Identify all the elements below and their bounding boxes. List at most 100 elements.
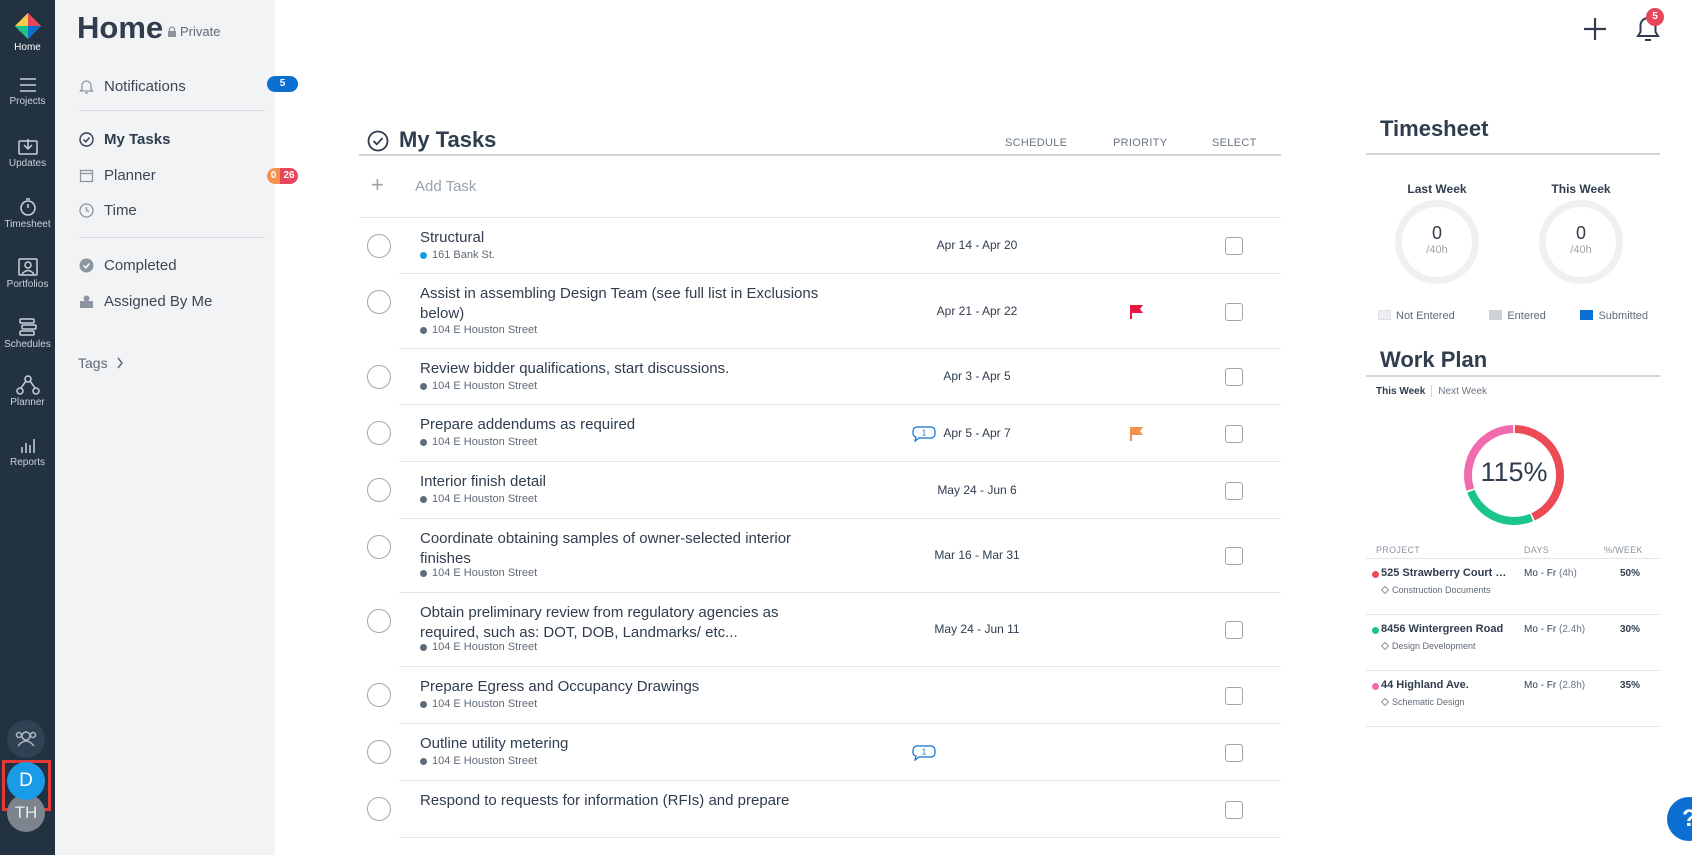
task-select-checkbox[interactable] [1225,368,1243,386]
priority-flag-icon[interactable] [1129,426,1145,442]
rail-reports[interactable]: Reports [0,437,55,468]
task-name[interactable]: Respond to requests for information (RFI… [420,791,840,811]
rail-portfolios[interactable]: Portfolios [0,257,55,290]
secondary-nav: Home Private Notifications 5 My Tasks Pl… [55,0,298,855]
schedule-column-header[interactable]: SCHEDULE [1005,137,1067,149]
rail-planner[interactable]: Planner [0,375,55,408]
task-name[interactable]: Review bidder qualifications, start disc… [420,359,840,379]
task-project[interactable]: 104 E Houston Street [420,698,537,710]
add-task-input[interactable]: Add Task [415,178,476,195]
workplan-row[interactable]: 8456 Wintergreen Road Design Development M… [1366,615,1660,671]
priority-column-header[interactable]: PRIORITY [1113,137,1167,149]
task-row[interactable]: Prepare addendums as required 104 E Houst… [359,405,1281,462]
task-complete-toggle[interactable] [367,478,391,502]
workplan-project-name[interactable]: 8456 Wintergreen Road [1381,623,1509,635]
task-name[interactable]: Prepare Egress and Occupancy Drawings [420,677,840,697]
task-complete-toggle[interactable] [367,797,391,821]
workplan-donut[interactable]: 115% [1462,423,1566,527]
comment-icon[interactable]: 1 [912,425,936,442]
task-select-checkbox[interactable] [1225,237,1243,255]
task-complete-toggle[interactable] [367,535,391,559]
avatar-d[interactable]: D [7,762,45,800]
nav-planner[interactable]: Planner [79,167,156,184]
nav-completed[interactable]: Completed [79,257,177,274]
team-button[interactable] [7,720,45,758]
task-row[interactable]: Coordinate obtaining samples of owner-se… [359,519,1281,593]
task-schedule[interactable]: Apr 14 - Apr 20 [919,238,1035,252]
my-tasks-panel: My Tasks SCHEDULE PRIORITY SELECT + Add … [359,118,1281,838]
task-schedule[interactable]: Apr 3 - Apr 5 [919,369,1035,383]
task-schedule[interactable]: Apr 21 - Apr 22 [919,304,1035,318]
workplan-project-name[interactable]: 525 Strawberry Court - Mountain View [1381,567,1509,579]
project-dot-icon [1372,683,1379,690]
task-name[interactable]: Structural [420,228,840,248]
task-name[interactable]: Obtain preliminary review from regulator… [420,603,840,643]
rail-updates[interactable]: Updates [0,138,55,169]
add-icon[interactable] [1582,16,1608,42]
task-row[interactable]: Review bidder qualifications, start disc… [359,349,1281,405]
task-row[interactable]: Outline utility metering 104 E Houston St… [359,724,1281,781]
tab-next-week[interactable]: Next Week [1438,386,1487,397]
task-name[interactable]: Coordinate obtaining samples of owner-se… [420,529,840,569]
task-row[interactable]: Obtain preliminary review from regulator… [359,593,1281,667]
nav-my-tasks[interactable]: My Tasks [79,131,170,148]
task-name[interactable]: Prepare addendums as required [420,415,840,435]
task-complete-toggle[interactable] [367,683,391,707]
workplan-row[interactable]: 44 Highland Ave. Schematic Design Mo - Fr … [1366,671,1660,727]
task-select-checkbox[interactable] [1225,686,1243,705]
task-complete-toggle[interactable] [367,290,391,314]
task-select-checkbox[interactable] [1225,547,1243,565]
task-select-checkbox[interactable] [1225,481,1243,500]
rail-projects[interactable]: Projects [0,76,55,107]
add-task-row[interactable]: + Add Task [359,156,1281,218]
comment-icon[interactable]: 1 [912,744,936,761]
task-schedule[interactable]: Apr 5 - Apr 7 [919,426,1035,440]
task-select-checkbox[interactable] [1225,743,1243,762]
add-task-plus-icon[interactable]: + [371,172,384,198]
task-project[interactable]: 104 E Houston Street [420,436,537,448]
task-complete-toggle[interactable] [367,609,391,633]
task-name[interactable]: Interior finish detail [420,472,840,492]
rail-home[interactable]: Home [0,12,55,53]
task-row[interactable]: Prepare Egress and Occupancy Drawings 104… [359,667,1281,724]
priority-flag-icon[interactable] [1129,304,1145,320]
task-row[interactable]: Structural 161 Bank St. Apr 14 - Apr 20 [359,218,1281,274]
nav-tags[interactable]: Tags [78,355,124,371]
rail-schedules[interactable]: Schedules [0,317,55,350]
task-project[interactable]: 104 E Houston Street [420,493,537,505]
nav-assigned-by-me[interactable]: Assigned By Me [79,293,212,310]
rail-timesheet[interactable]: Timesheet [0,197,55,230]
task-project[interactable]: 104 E Houston Street [420,380,537,392]
task-row[interactable]: Respond to requests for information (RFI… [359,781,1281,838]
task-schedule[interactable]: May 24 - Jun 6 [919,483,1035,497]
nav-time[interactable]: Time [79,202,137,219]
task-complete-toggle[interactable] [367,234,391,258]
help-button[interactable]: ? [1667,797,1692,841]
task-select-checkbox[interactable] [1225,800,1243,819]
task-schedule[interactable]: Mar 16 - Mar 31 [919,548,1035,562]
task-project[interactable]: 161 Bank St. [420,249,495,261]
task-schedule[interactable]: May 24 - Jun 11 [919,622,1035,636]
task-select-checkbox[interactable] [1225,302,1243,321]
rail-timesheet-label: Timesheet [4,219,51,230]
this-week-value: 0 [1575,223,1586,243]
task-project[interactable]: 104 E Houston Street [420,324,537,336]
workplan-row[interactable]: 525 Strawberry Court - Mountain View Cons… [1366,559,1660,615]
task-name[interactable]: Assist in assembling Design Team (see fu… [420,284,840,324]
task-select-checkbox[interactable] [1225,621,1243,639]
workplan-project-name[interactable]: 44 Highland Ave. [1381,679,1509,691]
nav-notifications[interactable]: Notifications [79,78,186,95]
task-complete-toggle[interactable] [367,421,391,445]
task-row[interactable]: Interior finish detail 104 E Houston Stre… [359,462,1281,519]
timesheet-title: Timesheet [1366,110,1660,155]
select-column-header[interactable]: SELECT [1212,137,1257,149]
task-select-checkbox[interactable] [1225,424,1243,443]
task-complete-toggle[interactable] [367,740,391,764]
task-project[interactable]: 104 E Houston Street [420,755,537,767]
task-complete-toggle[interactable] [367,365,391,389]
task-row[interactable]: Assist in assembling Design Team (see fu… [359,274,1281,349]
task-project[interactable]: 104 E Houston Street [420,567,537,579]
tab-this-week[interactable]: This Week [1376,386,1425,397]
task-name[interactable]: Outline utility metering [420,734,840,754]
task-project[interactable]: 104 E Houston Street [420,641,537,653]
